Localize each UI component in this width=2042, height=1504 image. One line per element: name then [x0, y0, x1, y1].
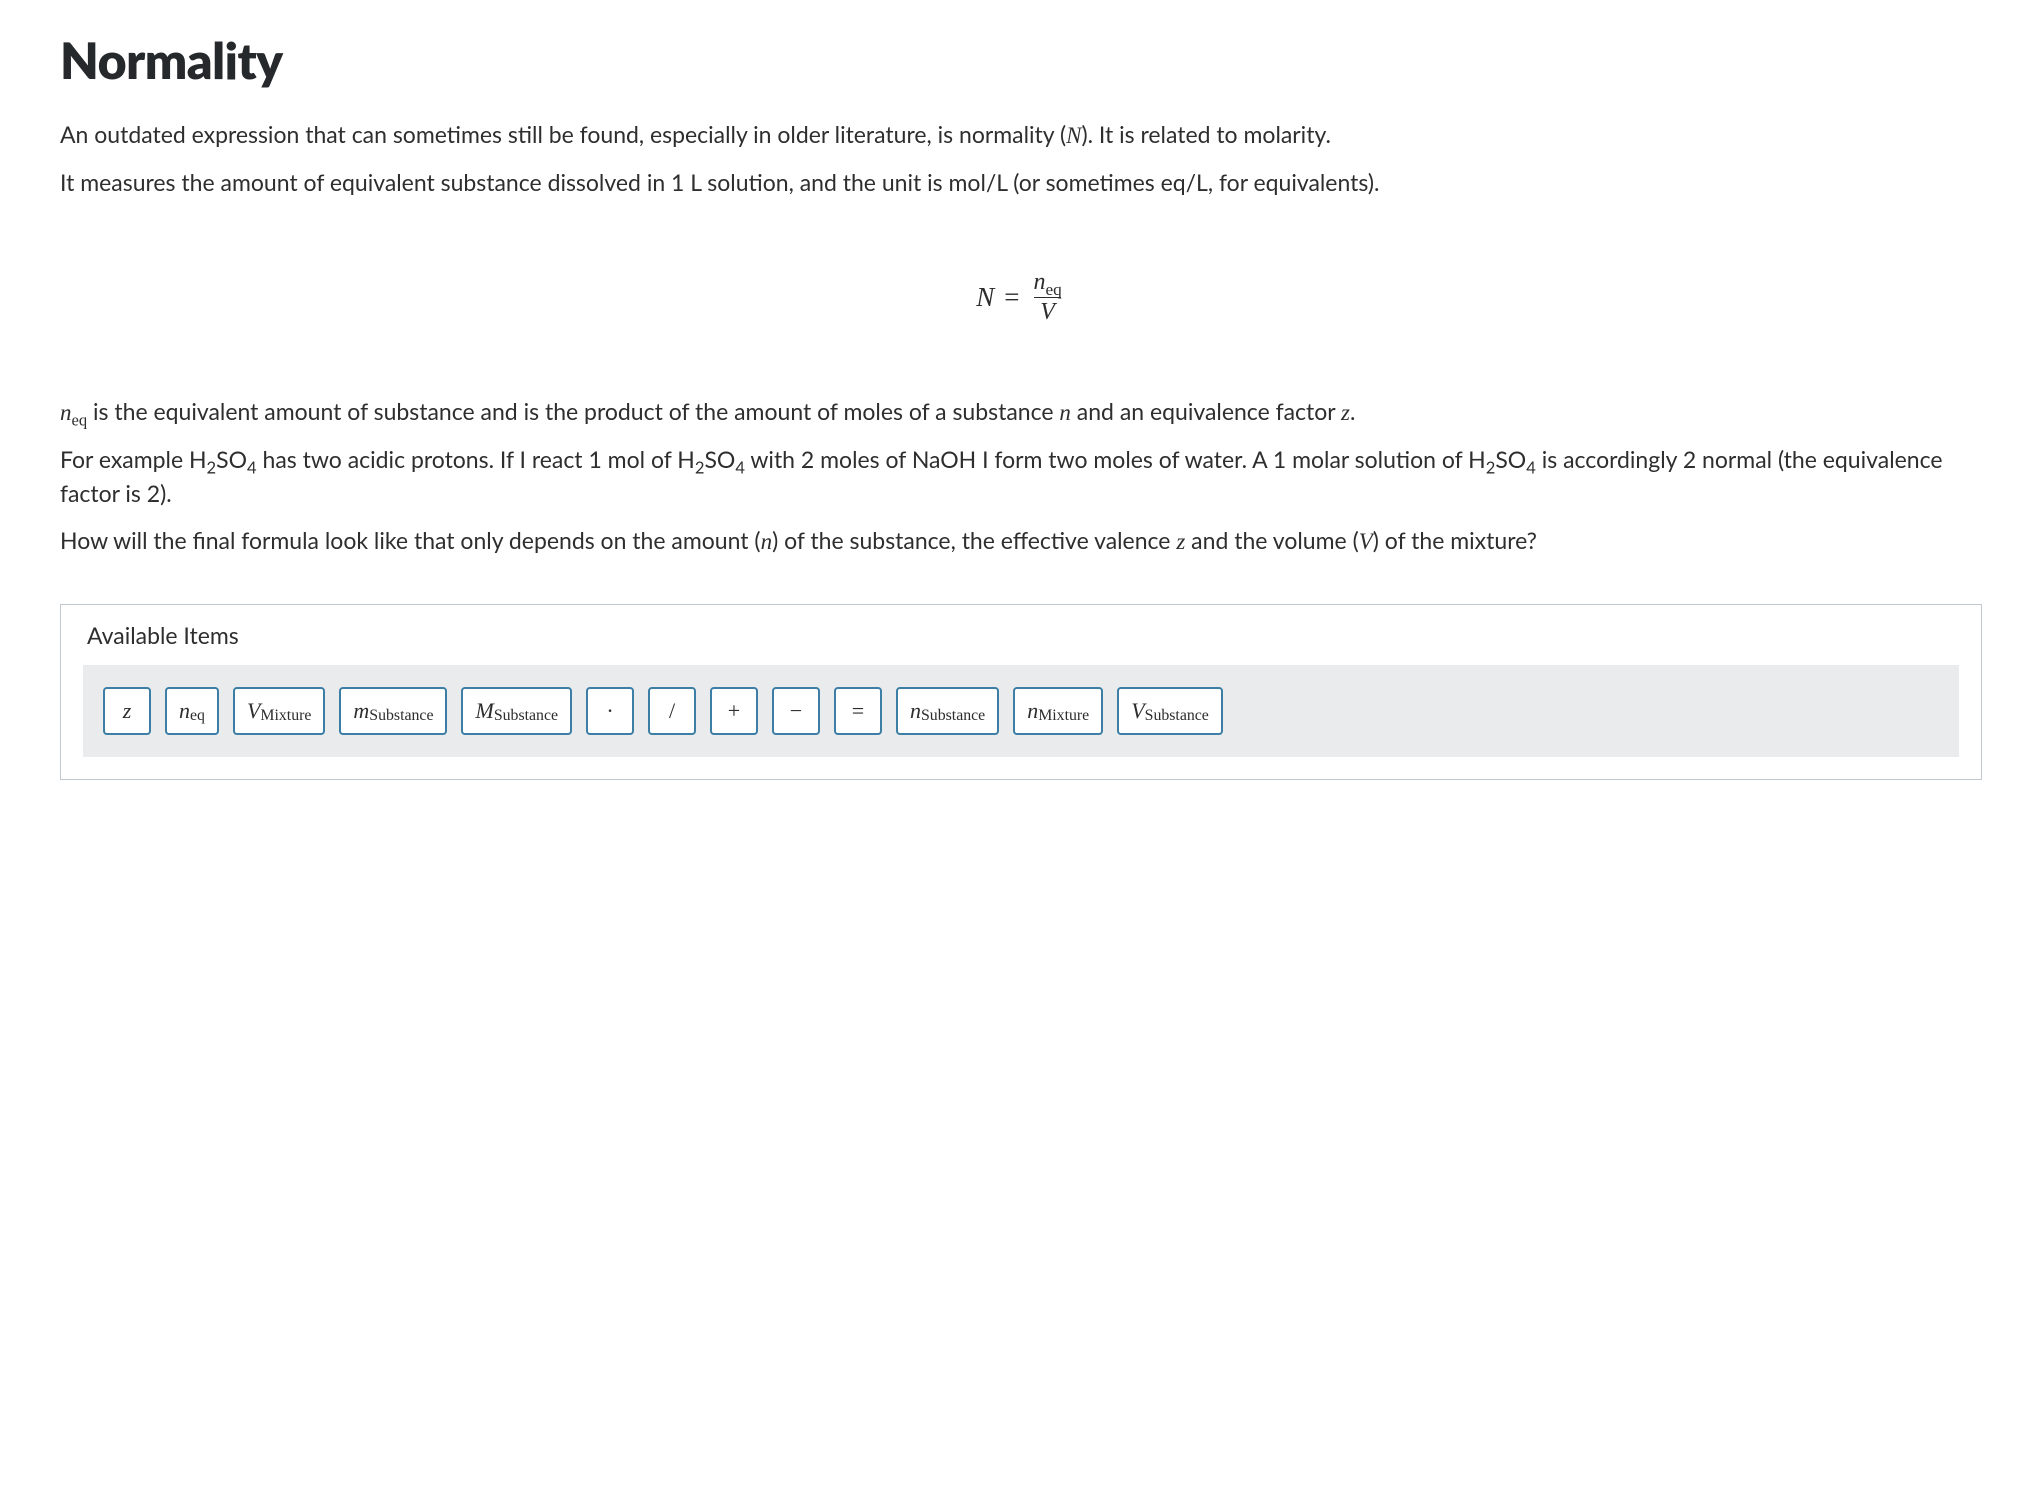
chip-main: z: [123, 698, 132, 724]
var-z: z: [1341, 400, 1350, 425]
text: ). It is related to molarity.: [1081, 120, 1330, 148]
chip-main: n: [179, 698, 190, 724]
formula-chip[interactable]: /: [648, 687, 696, 735]
sub-4: 4: [247, 458, 257, 478]
chip-sub: Substance: [369, 707, 433, 725]
chip-sub: Substance: [921, 707, 985, 725]
chip-main: =: [852, 698, 864, 724]
text: ) of the substance, the effective valenc…: [772, 526, 1176, 554]
sub-4: 4: [1526, 458, 1536, 478]
chip-sub: Substance: [1145, 707, 1209, 725]
chip-main: ·: [606, 698, 613, 724]
intro-paragraph-1: An outdated expression that can sometime…: [60, 118, 1982, 152]
chip-main: V: [247, 698, 260, 724]
formula-chip[interactable]: neq: [165, 687, 219, 735]
chip-main: n: [1027, 698, 1038, 724]
formula-chip[interactable]: z: [103, 687, 151, 735]
var-V: V: [1359, 529, 1373, 554]
formula-den-var: V: [1040, 299, 1055, 325]
sub-2: 2: [207, 458, 217, 478]
chip-main: +: [728, 698, 740, 724]
chip-main: M: [475, 698, 493, 724]
formula-fraction: neq V: [1029, 270, 1065, 325]
formula-chip[interactable]: =: [834, 687, 882, 735]
formula-lhs: N: [976, 282, 994, 313]
intro-paragraph-2: It measures the amount of equivalent sub…: [60, 166, 1982, 199]
text: ) of the mixture?: [1373, 526, 1537, 554]
text: is the equivalent amount of substance an…: [87, 397, 1059, 425]
formula-chip[interactable]: MSubstance: [461, 687, 572, 735]
chip-sub: eq: [190, 707, 205, 725]
text: has two acidic protons. If I react 1 mol…: [257, 445, 695, 473]
formula-normality: N = neq V: [60, 270, 1982, 325]
available-items-title: Available Items: [87, 621, 1959, 649]
text: SO: [704, 445, 735, 473]
sub-4: 4: [735, 458, 745, 478]
text: An outdated expression that can sometime…: [60, 120, 1066, 148]
text: For example H: [60, 445, 207, 473]
chip-sub: Mixture: [260, 707, 311, 725]
chip-sub: Substance: [494, 707, 558, 725]
text: and the volume (: [1185, 526, 1358, 554]
var-n: n: [761, 529, 773, 554]
chip-main: /: [669, 698, 675, 724]
formula-num-sub: eq: [1045, 279, 1061, 298]
formula-chip[interactable]: ·: [586, 687, 634, 735]
page-title: Normality: [60, 30, 1982, 90]
text: SO: [1495, 445, 1526, 473]
chip-sub: Mixture: [1038, 707, 1089, 725]
sub-2: 2: [1486, 458, 1496, 478]
chip-main: n: [910, 698, 921, 724]
available-items-panel: Available Items zneqVMixturemSubstanceMS…: [60, 604, 1982, 780]
var-z: z: [1176, 529, 1185, 554]
explain-neq: neq is the equivalent amount of substanc…: [60, 395, 1982, 429]
formula-chip[interactable]: nMixture: [1013, 687, 1103, 735]
text: with 2 moles of NaOH I form two moles of…: [745, 445, 1486, 473]
formula-chip[interactable]: −: [772, 687, 820, 735]
formula-chip[interactable]: VSubstance: [1117, 687, 1223, 735]
text: .: [1350, 397, 1355, 425]
var-neq-sub: eq: [72, 411, 88, 430]
formula-chip[interactable]: nSubstance: [896, 687, 999, 735]
text: SO: [216, 445, 247, 473]
var-n: n: [1059, 400, 1071, 425]
sub-2: 2: [695, 458, 705, 478]
formula-equals: =: [1004, 282, 1019, 313]
formula-chip[interactable]: +: [710, 687, 758, 735]
question-paragraph: How will the final formula look like tha…: [60, 524, 1982, 558]
text: How will the final formula look like tha…: [60, 526, 761, 554]
var-neq-n: n: [60, 400, 72, 425]
chip-main: −: [790, 698, 802, 724]
formula-chip[interactable]: mSubstance: [339, 687, 447, 735]
chip-main: V: [1131, 698, 1144, 724]
var-N: N: [1066, 123, 1081, 148]
chip-main: m: [353, 698, 369, 724]
formula-num-var: n: [1033, 269, 1045, 295]
text: and an equivalence factor: [1071, 397, 1341, 425]
example-paragraph: For example H2SO4 has two acidic protons…: [60, 443, 1982, 510]
available-items-tray: zneqVMixturemSubstanceMSubstance·/+−=nSu…: [83, 665, 1959, 757]
formula-chip[interactable]: VMixture: [233, 687, 325, 735]
